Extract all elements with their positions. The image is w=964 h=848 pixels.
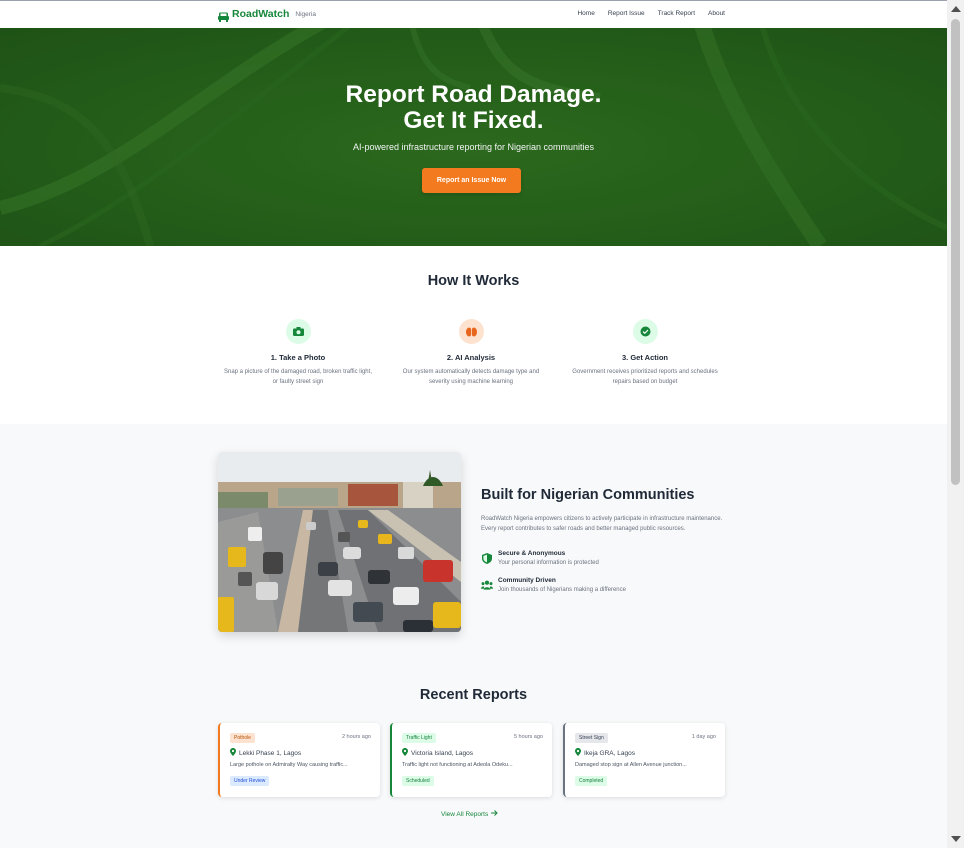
report-issue-button[interactable]: Report an Issue Now [422, 168, 521, 193]
step-ai-analysis: 2. AI Analysis Our system automatically … [396, 319, 546, 387]
scroll-up-arrow-icon[interactable] [951, 6, 961, 12]
vertical-scrollbar[interactable] [947, 0, 964, 848]
check-circle-icon [632, 319, 658, 344]
about-title: Built for Nigerian Communities [481, 487, 695, 503]
report-location-text: Lekki Phase 1, Lagos [239, 749, 302, 757]
map-pin-icon [402, 748, 408, 758]
status-badge: Scheduled [402, 776, 434, 786]
status-badge: Completed [575, 776, 608, 786]
hero-subtitle: AI-powered infrastructure reporting for … [352, 142, 595, 152]
report-location: Lekki Phase 1, Lagos [230, 748, 301, 758]
report-location: Victoria Island, Lagos [402, 748, 473, 758]
brand-name: RoadWatch [232, 8, 290, 20]
report-description: Traffic light not functioning at Adeola … [402, 762, 513, 768]
status-badge: Under Review [230, 776, 270, 786]
report-description: Damaged stop sign at Allen Avenue juncti… [575, 762, 687, 768]
recent-reports-title: Recent Reports [419, 687, 528, 703]
report-time: 5 hours ago [513, 734, 543, 740]
nav-links: Home Report Issue Track Report About [577, 10, 725, 17]
view-all-label: View All Reports [441, 810, 489, 818]
view-all-reports-link[interactable]: View All Reports [441, 810, 498, 818]
map-pin-icon [575, 748, 581, 758]
arrow-right-icon [491, 810, 498, 818]
how-it-works-title: How It Works [427, 273, 520, 289]
about-description: RoadWatch Nigeria empowers citizens to a… [481, 516, 723, 532]
how-it-works-section: How It Works 1. Take a Photo Snap a pict… [0, 246, 947, 424]
page: RoadWatch Nigeria Home Report Issue Trac… [0, 0, 947, 848]
users-icon [481, 579, 493, 591]
shield-icon [481, 552, 493, 564]
feature-secure: Secure & Anonymous Your personal informa… [481, 550, 599, 566]
scroll-down-arrow-icon[interactable] [951, 836, 961, 842]
report-location-text: Victoria Island, Lagos [411, 749, 474, 757]
hero-aerial-road-background [0, 28, 947, 246]
report-description: Large pothole on Admiralty Way causing t… [230, 762, 348, 768]
step-title: 3. Get Action [622, 353, 668, 362]
map-pin-icon [230, 748, 236, 758]
report-location-text: Ikeja GRA, Lagos [584, 749, 635, 757]
hero-title: Report Road Damage. Get It Fixed. [0, 82, 947, 134]
nav-link-home[interactable]: Home [577, 10, 594, 17]
car-icon [218, 9, 229, 22]
report-time: 1 day ago [691, 734, 716, 740]
step-get-action: 3. Get Action Government receives priori… [570, 319, 720, 387]
scrollbar-thumb[interactable] [951, 19, 960, 485]
step-description: Government receives prioritized reports … [572, 369, 718, 385]
step-title: 1. Take a Photo [270, 353, 326, 362]
report-card[interactable]: Pothole 2 hours ago Lekki Phase 1, Lagos… [218, 723, 380, 797]
feature-community: Community Driven Join thousands of Niger… [481, 577, 626, 593]
feature-description: Your personal information is protected [498, 560, 599, 566]
hero-section: Report Road Damage. Get It Fixed. AI-pow… [0, 28, 947, 246]
navbar: RoadWatch Nigeria Home Report Issue Trac… [0, 1, 947, 28]
step-take-photo: 1. Take a Photo Snap a picture of the da… [223, 319, 373, 387]
brain-icon [458, 319, 484, 344]
hero-title-line2: Get It Fixed. [403, 107, 544, 134]
step-title: 2. AI Analysis [446, 353, 496, 362]
hero-title-line1: Report Road Damage. [345, 81, 602, 108]
camera-icon [285, 319, 311, 344]
feature-title: Secure & Anonymous [498, 550, 566, 557]
nav-link-track-report[interactable]: Track Report [658, 10, 695, 17]
report-card[interactable]: Street Sign 1 day ago Ikeja GRA, Lagos D… [563, 723, 725, 797]
step-description: Our system automatically detects damage … [402, 369, 540, 385]
feature-description: Join thousands of Nigerians making a dif… [498, 587, 626, 593]
feature-title: Community Driven [498, 577, 556, 584]
nav-link-report-issue[interactable]: Report Issue [608, 10, 645, 17]
report-time: 2 hours ago [341, 734, 371, 740]
step-description: Snap a picture of the damaged road, brok… [224, 369, 372, 385]
report-category-badge: Pothole [230, 733, 255, 743]
brand[interactable]: RoadWatch Nigeria [218, 8, 316, 22]
brand-country: Nigeria [295, 10, 316, 18]
nav-link-about[interactable]: About [708, 10, 725, 17]
report-category-badge: Traffic Light [402, 733, 436, 743]
community-and-reports-section: Built for Nigerian Communities RoadWatch… [0, 424, 947, 848]
report-card[interactable]: Traffic Light 5 hours ago Victoria Islan… [390, 723, 552, 797]
report-category-badge: Street Sign [575, 733, 608, 743]
lagos-traffic-photo [218, 452, 461, 632]
report-location: Ikeja GRA, Lagos [575, 748, 635, 758]
